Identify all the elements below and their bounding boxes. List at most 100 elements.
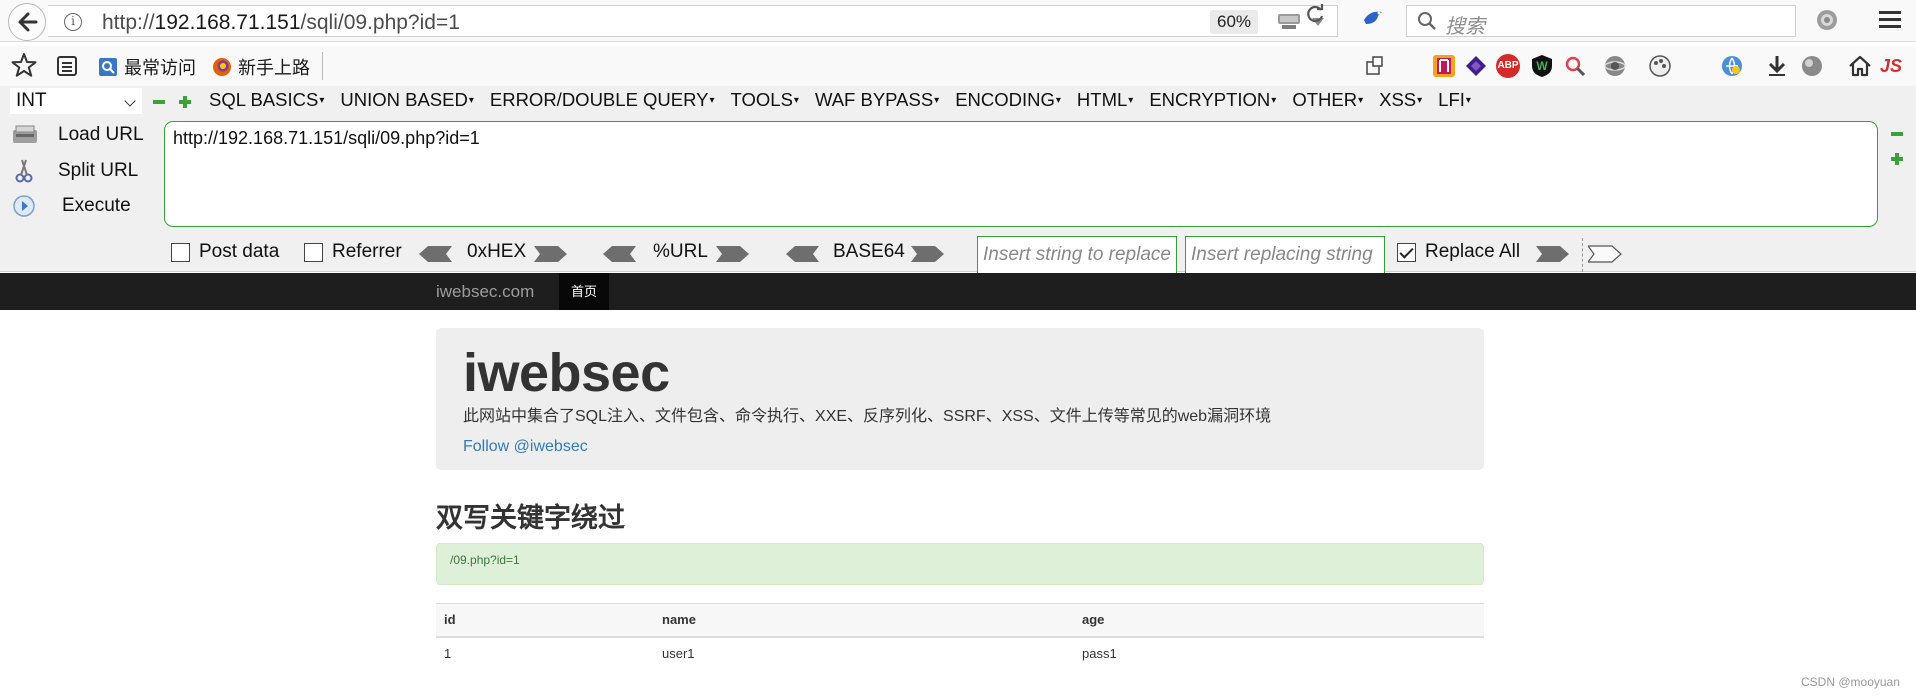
scissors-icon <box>15 159 33 183</box>
query-alert: /09.php?id=1 <box>436 543 1484 585</box>
menu-encryption[interactable]: ENCRYPTION <box>1149 89 1276 111</box>
menu-other[interactable]: OTHER <box>1292 89 1363 111</box>
table-header-age: age <box>1074 603 1484 638</box>
menu-sql-basics[interactable]: SQL BASICS <box>209 89 324 111</box>
table-row: 1 user1 pass1 <box>436 637 1484 670</box>
menu-tools[interactable]: TOOLS <box>731 89 799 111</box>
referrer-label: Referrer <box>332 241 402 262</box>
load-url-button[interactable]: Load URL <box>12 124 144 146</box>
split-url-button[interactable]: Split URL <box>12 158 138 184</box>
back-button[interactable] <box>8 3 46 41</box>
translate-icon[interactable] <box>1720 54 1744 78</box>
window-icon[interactable] <box>1364 54 1388 78</box>
execute-button[interactable]: Execute <box>12 194 131 218</box>
split-url-label: Split URL <box>58 160 139 181</box>
globe-extension-icon[interactable] <box>1603 54 1627 78</box>
info-icon[interactable]: i <box>64 13 82 31</box>
referrer-checkbox[interactable] <box>304 243 323 262</box>
bracket-extension-icon[interactable] <box>1432 54 1456 78</box>
chevron-down-icon <box>124 95 136 107</box>
menu-xss[interactable]: XSS <box>1379 89 1422 111</box>
nav-home-tab[interactable]: 首页 <box>559 273 609 310</box>
options-separator <box>1582 238 1583 272</box>
execute-label: Execute <box>62 195 131 216</box>
menu-waf-bypass[interactable]: WAF BYPASS <box>815 89 939 111</box>
hackbar-panel: INT SQL BASICS UNION BASED ERROR/DOUBLE … <box>0 86 1916 276</box>
page-icon <box>99 58 117 76</box>
menu-encoding[interactable]: ENCODING <box>955 89 1061 111</box>
star-icon[interactable] <box>10 51 38 79</box>
search-icon <box>1418 12 1436 30</box>
site-navbar: iwebsec.com 首页 <box>0 273 1916 310</box>
search-bar[interactable]: 搜索 <box>1406 5 1796 38</box>
bookmark-separator <box>322 52 323 80</box>
network-icon[interactable] <box>1276 11 1302 33</box>
replace-next-icon[interactable] <box>1588 245 1622 263</box>
base64-encode-icon[interactable] <box>911 245 945 263</box>
svg-text:W: W <box>1536 59 1548 73</box>
firefox-icon <box>213 58 231 76</box>
section-title: 双写关键字绕过 <box>436 503 625 533</box>
address-text[interactable]: http://192.168.71.151/sqli/09.php?id=1 <box>102 11 460 35</box>
jumbotron: iwebsec 此网站中集合了SQL注入、文件包含、命令执行、XXE、反序列化、… <box>436 328 1484 470</box>
zoom-level[interactable]: 60% <box>1210 10 1259 34</box>
follow-link[interactable]: Follow @iwebsec <box>463 438 588 456</box>
reload-icon[interactable] <box>1304 4 1326 32</box>
watermark: CSDN @mooyuan <box>1801 675 1900 689</box>
site-brand-link[interactable]: iwebsec.com <box>436 282 534 302</box>
encoding-select-value: INT <box>16 90 47 111</box>
site-description: 此网站中集合了SQL注入、文件包含、命令执行、XXE、反序列化、SSRF、XSS… <box>463 408 1272 425</box>
table-header-row: id name age <box>436 603 1484 638</box>
replace-all-label: Replace All <box>1425 241 1521 262</box>
hex-encode-icon[interactable] <box>534 245 568 263</box>
palette-icon[interactable] <box>1648 54 1672 78</box>
load-url-label: Load URL <box>58 124 144 145</box>
menu-html[interactable]: HTML <box>1077 89 1133 111</box>
url-textarea[interactable]: http://192.168.71.151/sqli/09.php?id=1 <box>164 121 1878 227</box>
url-encode-label: %URL <box>653 241 708 262</box>
bookmarks-toolbar: 最常访问 新手上路 ABP W JS <box>0 46 1916 116</box>
replace-run-icon[interactable] <box>1536 245 1570 263</box>
menu-union-based[interactable]: UNION BASED <box>340 89 474 111</box>
shrink-icon[interactable] <box>1890 127 1904 141</box>
increase-icon[interactable] <box>178 95 192 109</box>
site-title: iwebsec <box>463 343 670 403</box>
url-textarea-value: http://192.168.71.151/sqli/09.php?id=1 <box>173 128 480 148</box>
adblock-icon[interactable]: ABP <box>1496 54 1520 78</box>
replacing-string-input[interactable]: Insert replacing string <box>1185 236 1385 276</box>
replace-all-checkbox[interactable] <box>1397 243 1416 262</box>
base64-label: BASE64 <box>833 241 905 262</box>
gear-icon[interactable] <box>1815 8 1839 32</box>
bookmark-most-visited[interactable]: 最常访问 <box>98 54 196 80</box>
javascript-toggle-icon[interactable]: JS <box>1880 54 1904 78</box>
base64-decode-icon[interactable] <box>785 245 819 263</box>
post-data-label: Post data <box>199 241 280 262</box>
shield-w-icon[interactable]: W <box>1530 54 1554 78</box>
url-encode-icon[interactable] <box>716 245 750 263</box>
replace-string-input[interactable]: Insert string to replace <box>977 236 1177 276</box>
decrease-icon[interactable] <box>152 95 166 109</box>
bird-icon[interactable] <box>1362 6 1386 30</box>
menu-icon[interactable] <box>1878 9 1902 31</box>
sphere-icon[interactable] <box>1800 54 1824 78</box>
post-data-checkbox[interactable] <box>171 243 190 262</box>
hex-decode-icon[interactable] <box>418 245 452 263</box>
table-cell: pass1 <box>1082 646 1117 661</box>
hackbar-extension-icon[interactable] <box>1464 54 1488 78</box>
expand-icon[interactable] <box>1890 152 1904 166</box>
magnifier-extension-icon[interactable] <box>1563 54 1587 78</box>
url-decode-icon[interactable] <box>602 245 636 263</box>
result-table: id name age 1 user1 pass1 <box>436 603 1484 670</box>
library-icon[interactable] <box>56 55 78 77</box>
search-placeholder: 搜索 <box>1445 16 1485 38</box>
hex-label: 0xHEX <box>467 241 527 262</box>
bookmark-label: 最常访问 <box>124 58 196 78</box>
menu-lfi[interactable]: LFI <box>1438 89 1471 111</box>
bookmark-getting-started[interactable]: 新手上路 <box>212 54 310 80</box>
menu-error-double-query[interactable]: ERROR/DOUBLE QUERY <box>490 89 715 111</box>
address-bar[interactable]: i http://192.168.71.151/sqli/09.php?id=1… <box>48 5 1338 37</box>
table-header-id: id <box>436 603 654 638</box>
home-icon[interactable] <box>1848 54 1872 78</box>
encoding-select[interactable]: INT <box>10 88 142 114</box>
download-icon[interactable] <box>1765 54 1789 78</box>
